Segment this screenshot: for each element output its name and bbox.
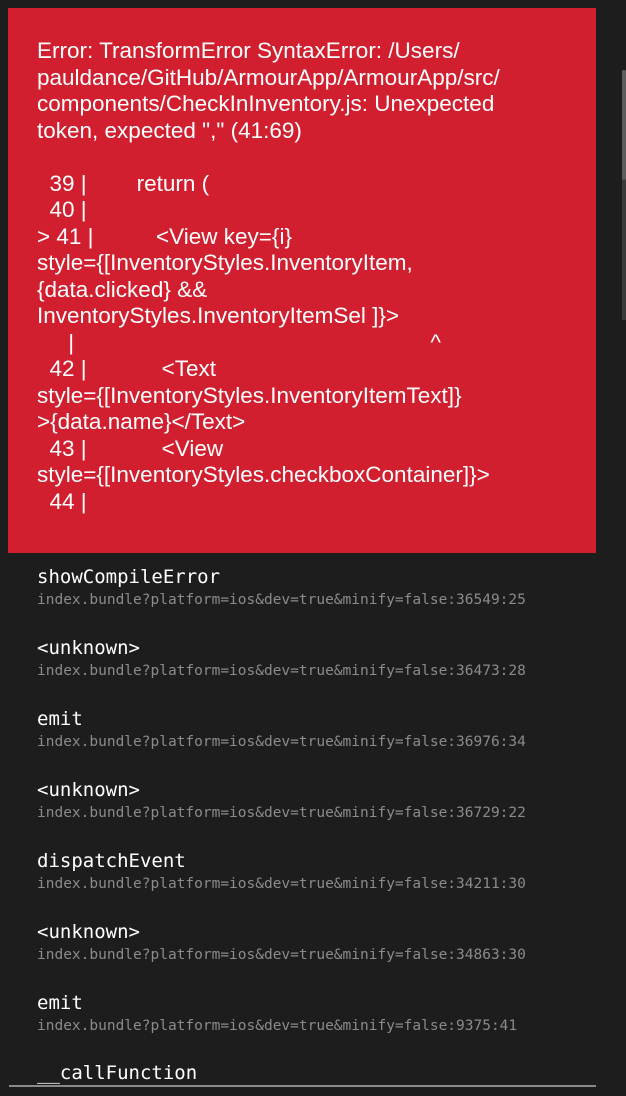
stack-frame[interactable]: emit index.bundle?platform=ios&dev=true&… — [37, 707, 597, 778]
error-message-panel[interactable]: Error: TransformError SyntaxError: /User… — [8, 8, 596, 553]
frame-location: index.bundle?platform=ios&dev=true&minif… — [37, 876, 526, 892]
bottom-divider — [9, 1085, 596, 1087]
frame-method: dispatchEvent — [37, 850, 186, 872]
frame-location: index.bundle?platform=ios&dev=true&minif… — [37, 663, 526, 679]
frame-method: <unknown> — [37, 637, 140, 659]
stack-frame[interactable]: <unknown> index.bundle?platform=ios&dev=… — [37, 778, 597, 849]
stack-frame[interactable]: dispatchEvent index.bundle?platform=ios&… — [37, 849, 597, 920]
scrollbar-thumb[interactable] — [622, 70, 626, 180]
frame-location: index.bundle?platform=ios&dev=true&minif… — [37, 592, 526, 608]
stack-frame[interactable]: <unknown> index.bundle?platform=ios&dev=… — [37, 636, 597, 707]
stack-trace-list: showCompileError index.bundle?platform=i… — [37, 565, 597, 1062]
frame-location: index.bundle?platform=ios&dev=true&minif… — [37, 947, 526, 963]
error-message-text: Error: TransformError SyntaxError: /User… — [37, 38, 500, 514]
frame-location: index.bundle?platform=ios&dev=true&minif… — [37, 1018, 518, 1034]
stack-frame[interactable]: showCompileError index.bundle?platform=i… — [37, 565, 597, 636]
frame-location: index.bundle?platform=ios&dev=true&minif… — [37, 805, 526, 821]
frame-location: index.bundle?platform=ios&dev=true&minif… — [37, 734, 526, 750]
frame-method: emit — [37, 708, 83, 730]
frame-method: <unknown> — [37, 779, 140, 801]
redbox-screen: Error: TransformError SyntaxError: /User… — [0, 0, 626, 1096]
stack-frame[interactable]: emit index.bundle?platform=ios&dev=true&… — [37, 991, 597, 1062]
frame-method: <unknown> — [37, 921, 140, 943]
frame-method: emit — [37, 992, 83, 1014]
top-bar — [0, 0, 626, 8]
stack-frame-partial[interactable]: __callFunction — [37, 1061, 197, 1085]
frame-method: showCompileError — [37, 566, 221, 588]
stack-frame[interactable]: <unknown> index.bundle?platform=ios&dev=… — [37, 920, 597, 991]
